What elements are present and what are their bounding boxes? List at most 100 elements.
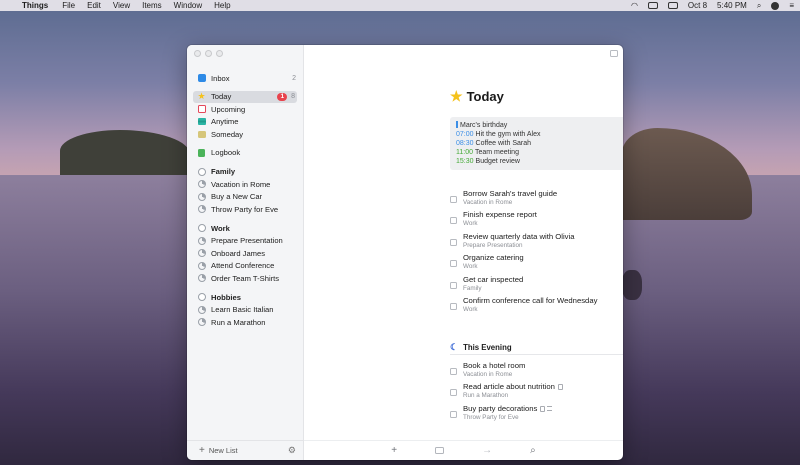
sidebar-project-label: Run a Marathon — [211, 317, 266, 327]
sidebar-item-inbox[interactable]: Inbox 2 — [187, 72, 304, 85]
page-title: ★ Today — [450, 88, 504, 105]
menu-window[interactable]: Window — [174, 1, 202, 10]
calendar-event-time: 08:30 — [456, 140, 474, 147]
main-content: ★ Today Marc's birthday 07:00 Hit the gym… — [304, 45, 623, 460]
airplay-icon[interactable] — [647, 2, 658, 9]
layers-icon — [197, 118, 206, 126]
task-title: Organize catering — [463, 253, 524, 263]
calendar-event: 11:00 Team meeting — [456, 148, 623, 157]
sidebar-project[interactable]: Order Team T-Shirts — [187, 272, 304, 285]
menubar-time[interactable]: 5:40 PM — [717, 1, 747, 10]
sidebar-project[interactable]: Prepare Presentation — [187, 235, 304, 248]
task-checkbox[interactable] — [450, 410, 457, 418]
sidebar-project[interactable]: Throw Party for Eve — [187, 203, 304, 216]
zoom-window-button[interactable] — [216, 50, 223, 57]
sidebar-area-family[interactable]: Family — [187, 166, 304, 179]
move-arrow-icon[interactable]: → — [482, 445, 492, 456]
menu-edit[interactable]: Edit — [87, 1, 101, 10]
project-progress-icon — [197, 249, 206, 258]
sidebar-project[interactable]: Attend Conference — [187, 260, 304, 273]
menubar: Things File Edit View Items Window Help … — [0, 0, 800, 11]
plus-icon[interactable]: + — [199, 445, 205, 456]
menubar-date[interactable]: Oct 8 — [688, 1, 707, 10]
task-checkbox[interactable] — [450, 389, 457, 397]
menu-help[interactable]: Help — [214, 1, 230, 10]
task-checkbox[interactable] — [450, 260, 457, 268]
task-row[interactable]: Book a hotel room Vacation in Rome — [450, 361, 623, 382]
calendar-event-text: Team meeting — [475, 149, 519, 156]
minimize-window-button[interactable] — [205, 50, 212, 57]
task-project: Family — [463, 284, 482, 292]
spotlight-search-icon[interactable]: ⌕ — [757, 1, 761, 11]
sidebar-area-label: Hobbies — [211, 292, 241, 302]
sidebar-area-work[interactable]: Work — [187, 222, 304, 235]
menu-app-name[interactable]: Things — [22, 1, 48, 10]
menu-view[interactable]: View — [113, 1, 130, 10]
sidebar-item-label: Logbook — [211, 148, 241, 158]
when-calendar-icon[interactable] — [435, 447, 445, 454]
sidebar-area-label: Work — [211, 223, 230, 233]
main-toolbar: + → ⌕ — [304, 440, 623, 460]
sidebar-item-label: Upcoming — [211, 104, 246, 114]
task-row[interactable]: Review quarterly data with Olivia Prepare… — [450, 232, 623, 253]
task-row[interactable]: Buy party decorations Throw Party for Eve — [450, 404, 623, 425]
notification-center-icon[interactable]: ≡ — [789, 1, 794, 10]
fullscreen-icon[interactable] — [610, 50, 618, 57]
calendar-event-time: 15:30 — [456, 158, 474, 165]
task-title: Borrow Sarah's travel guide — [463, 189, 558, 198]
calendar-events[interactable]: Marc's birthday 07:00 Hit the gym with Al… — [450, 117, 623, 170]
sidebar-project[interactable]: Learn Basic Italian — [187, 304, 304, 317]
task-row[interactable]: Confirm conference call for Wednesday Wor… — [450, 296, 623, 317]
calendar-event: 08:30 Coffee with Sarah — [456, 139, 623, 148]
close-window-button[interactable] — [194, 50, 201, 57]
filter-settings-icon[interactable]: ⚙ — [288, 445, 296, 456]
sidebar-item-upcoming[interactable]: Upcoming — [187, 103, 304, 116]
sidebar-item-logbook[interactable]: Logbook — [187, 147, 304, 160]
add-todo-button[interactable]: + — [391, 445, 397, 456]
task-title: Confirm conference call for Wednesday — [463, 295, 598, 305]
task-project: Work — [463, 263, 478, 271]
calendar-event-text: Marc's birthday — [460, 122, 508, 129]
search-icon[interactable]: ⌕ — [530, 445, 536, 456]
sidebar-project[interactable]: Run a Marathon — [187, 316, 304, 329]
project-progress-icon — [197, 180, 206, 189]
task-checkbox[interactable] — [450, 238, 457, 246]
checklist-icon — [547, 405, 553, 411]
task-checkbox[interactable] — [450, 217, 457, 225]
moon-icon: ☾ — [450, 342, 459, 352]
inbox-icon — [197, 74, 206, 83]
new-list-button[interactable]: New List — [209, 446, 238, 455]
task-title: Read article about nutrition — [463, 382, 555, 392]
today-count: 8 — [291, 93, 295, 101]
battery-icon[interactable] — [667, 2, 678, 9]
task-checkbox[interactable] — [450, 196, 457, 203]
siri-icon[interactable] — [771, 1, 780, 10]
task-checkbox[interactable] — [450, 302, 457, 310]
sidebar: Inbox 2 ★ Today 1 8 Upcoming Anytime Som… — [187, 45, 304, 460]
sidebar-project[interactable]: Vacation in Rome — [187, 178, 304, 191]
sidebar-project-label: Order Team T-Shirts — [211, 273, 280, 283]
task-checkbox[interactable] — [450, 281, 457, 289]
task-row[interactable]: Read article about nutrition Run a Marath… — [450, 382, 623, 403]
menu-items[interactable]: Items — [142, 1, 162, 10]
sidebar-item-someday[interactable]: Someday — [187, 128, 304, 141]
task-project: Vacation in Rome — [463, 371, 513, 378]
task-row[interactable]: Organize catering Work — [450, 253, 623, 274]
calendar-event-time: 07:00 — [456, 131, 474, 138]
sidebar-item-today[interactable]: ★ Today 1 8 — [193, 90, 297, 103]
sidebar-item-anytime[interactable]: Anytime — [187, 116, 304, 129]
task-checkbox[interactable] — [450, 368, 457, 375]
sidebar-area-hobbies[interactable]: Hobbies — [187, 291, 304, 304]
sidebar-project[interactable]: Buy a New Car — [187, 191, 304, 204]
sidebar-item-label: Today — [211, 92, 232, 102]
task-row[interactable]: Get car inspected Family — [450, 275, 623, 296]
sidebar-project[interactable]: Onboard James — [187, 247, 304, 260]
task-row[interactable]: Finish expense reportWork ⚑ today — [450, 210, 623, 231]
task-title: Buy party decorations — [463, 403, 538, 413]
task-row[interactable]: Borrow Sarah's travel guide Vacation in R… — [450, 189, 623, 210]
menu-file[interactable]: File — [62, 1, 75, 10]
calendar-event: Marc's birthday — [456, 121, 623, 130]
project-progress-icon — [197, 192, 206, 201]
desktop-hill-left — [60, 130, 190, 175]
wifi-icon[interactable]: ◠ — [631, 1, 638, 10]
